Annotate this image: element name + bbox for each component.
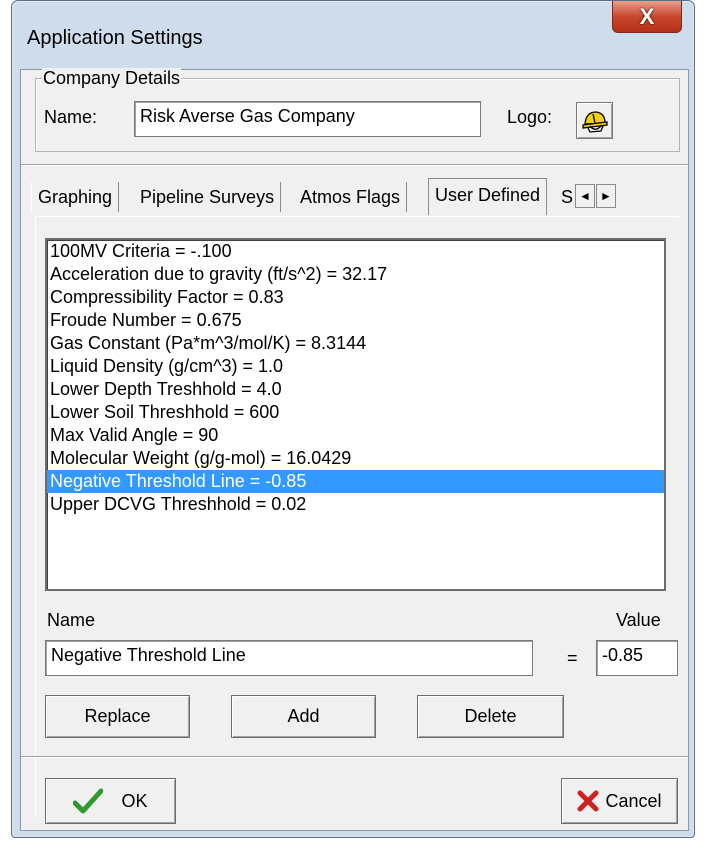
user-defined-list[interactable]: 100MV Criteria = -.100 Acceleration due … bbox=[45, 238, 666, 591]
tab-user-defined[interactable]: User Defined bbox=[428, 178, 548, 215]
name-field-label: Name bbox=[47, 610, 96, 630]
company-details-group: Company Details Name: Risk Averse Gas Co… bbox=[35, 68, 680, 152]
list-item[interactable]: Upper DCVG Threshhold = 0.02 bbox=[47, 493, 664, 516]
window-title: Application Settings bbox=[27, 27, 203, 49]
cancel-button-label: Cancel bbox=[605, 790, 662, 811]
close-icon: X bbox=[639, 3, 655, 29]
list-item[interactable]: Molecular Weight (g/g-mol) = 16.0429 bbox=[47, 447, 664, 470]
list-item[interactable]: Froude Number = 0.675 bbox=[47, 309, 664, 332]
list-item[interactable]: Compressibility Factor = 0.83 bbox=[47, 286, 664, 309]
value-field-label: Value bbox=[616, 610, 661, 630]
hardhat-logo-icon bbox=[581, 110, 608, 133]
tab-pipeline-surveys[interactable]: Pipeline Surveys bbox=[134, 182, 282, 212]
equals-sign: = bbox=[567, 648, 578, 668]
tab-scroll-right-icon[interactable]: ► bbox=[596, 184, 616, 208]
tab-scroll-left-icon[interactable]: ◄ bbox=[575, 184, 595, 208]
title-bar[interactable]: Application Settings X bbox=[12, 1, 694, 69]
list-item-selected[interactable]: Negative Threshold Line = -0.85 bbox=[47, 470, 664, 493]
company-name-label: Name: bbox=[44, 107, 98, 127]
checkmark-icon bbox=[73, 788, 104, 814]
list-item[interactable]: Max Valid Angle = 90 bbox=[47, 424, 664, 447]
cancel-button[interactable]: Cancel bbox=[561, 778, 678, 824]
list-item[interactable]: 100MV Criteria = -.100 bbox=[47, 240, 664, 263]
company-name-input[interactable]: Risk Averse Gas Company bbox=[134, 101, 481, 137]
add-button[interactable]: Add bbox=[231, 695, 376, 738]
separator-top bbox=[21, 164, 688, 166]
tab-graphing[interactable]: Graphing bbox=[31, 182, 120, 212]
delete-button[interactable]: Delete bbox=[417, 695, 564, 738]
list-item[interactable]: Liquid Density (g/cm^3) = 1.0 bbox=[47, 355, 664, 378]
replace-button[interactable]: Replace bbox=[45, 695, 190, 738]
list-item[interactable]: Acceleration due to gravity (ft/s^2) = 3… bbox=[47, 263, 664, 286]
dialog-client: Company Details Name: Risk Averse Gas Co… bbox=[20, 68, 689, 831]
name-input[interactable]: Negative Threshold Line bbox=[45, 640, 533, 676]
logo-button[interactable] bbox=[576, 102, 613, 139]
close-button[interactable]: X bbox=[612, 1, 682, 33]
separator-bottom bbox=[21, 756, 688, 758]
company-details-legend: Company Details bbox=[42, 68, 182, 89]
ok-button[interactable]: OK bbox=[45, 778, 176, 824]
ok-button-label: OK bbox=[121, 790, 148, 811]
cancel-x-icon bbox=[577, 790, 599, 812]
list-item[interactable]: Gas Constant (Pa*m^3/mol/K) = 8.3144 bbox=[47, 332, 664, 355]
value-input[interactable]: -0.85 bbox=[596, 640, 678, 676]
list-item[interactable]: Lower Depth Treshhold = 4.0 bbox=[47, 378, 664, 401]
logo-label: Logo: bbox=[507, 107, 553, 127]
settings-window: Application Settings X Company Details N… bbox=[11, 0, 695, 838]
tab-atmos-flags[interactable]: Atmos Flags bbox=[294, 182, 408, 212]
list-item[interactable]: Lower Soil Threshhold = 600 bbox=[47, 401, 664, 424]
